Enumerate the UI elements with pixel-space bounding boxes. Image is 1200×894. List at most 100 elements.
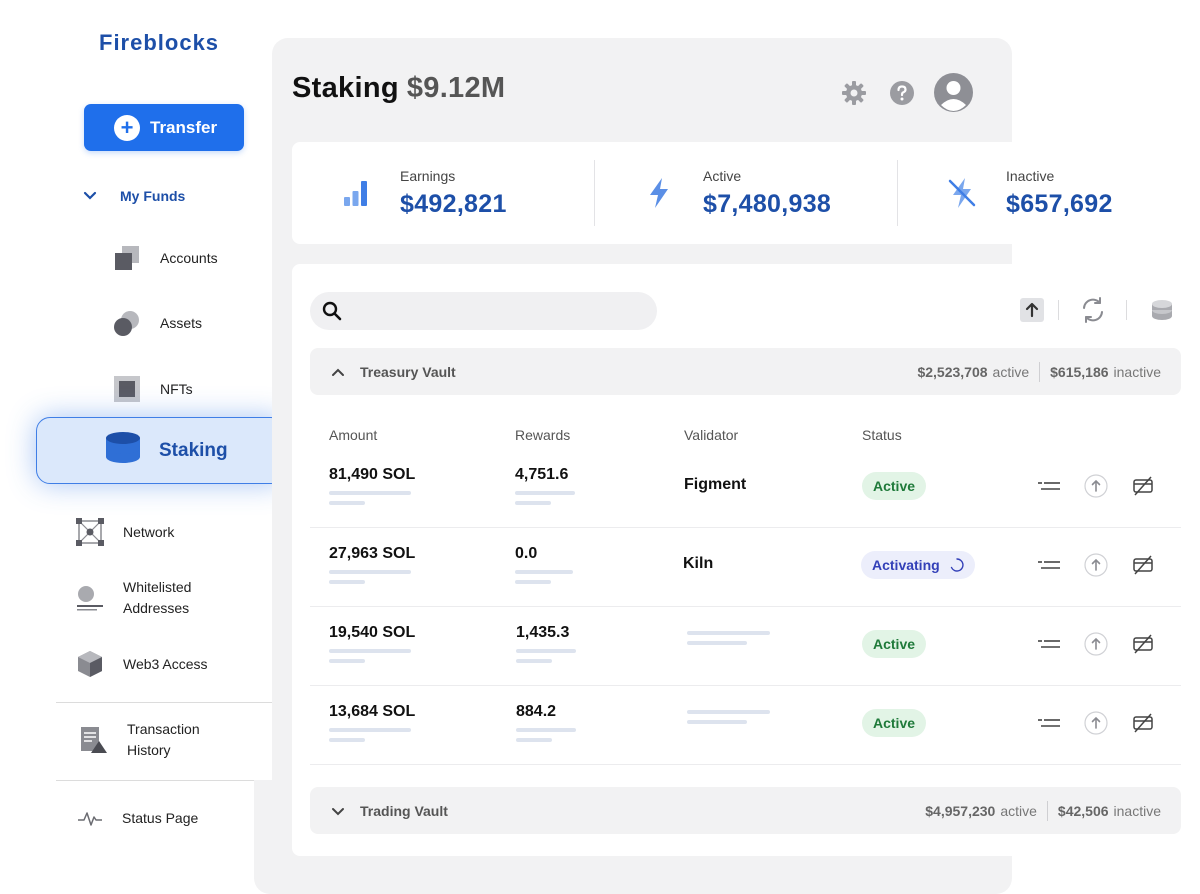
status-badge: Active [862, 472, 927, 500]
sidebar-item-staking[interactable]: Staking [36, 417, 285, 484]
vault-header-trading[interactable]: Trading Vault $4,957,230 active $42,506 … [310, 787, 1181, 834]
unstake-button[interactable] [1084, 711, 1108, 735]
status-badge: Activating [861, 551, 975, 579]
withdraw-icon [1133, 555, 1153, 575]
placeholder-bar [687, 710, 770, 714]
unstake-button[interactable] [1084, 474, 1108, 498]
stat-label: Active [703, 167, 742, 184]
history-icon [79, 725, 109, 755]
sidebar-item-label: Assets [160, 315, 203, 331]
refresh-button[interactable] [1079, 296, 1107, 324]
withdraw-button[interactable] [1132, 712, 1154, 734]
export-button[interactable] [1020, 298, 1044, 322]
validator-cell [687, 710, 770, 724]
sidebar-item-network[interactable]: Network [75, 517, 174, 547]
sidebar-item-label: NFTs [160, 381, 193, 397]
sidebar-divider [56, 780, 273, 781]
sidebar-item-label: Transaction [127, 721, 200, 737]
vault-inactive-amount: $615,186 [1050, 363, 1109, 380]
transfer-button[interactable]: + Transfer [84, 104, 244, 151]
sidebar-item-accounts[interactable]: Accounts [113, 244, 218, 272]
search-bar[interactable] [310, 292, 657, 330]
stat-inactive: Inactive $657,692 [938, 142, 1113, 244]
unstake-icon [1084, 474, 1108, 498]
chevron-down-icon [332, 807, 344, 815]
vault-inactive-word: inactive [1113, 363, 1161, 380]
accounts-icon [113, 244, 141, 272]
table-row[interactable]: 81,490 SOL 4,751.6 Figment Active [310, 449, 1181, 528]
list-icon [1038, 719, 1060, 727]
details-button[interactable] [1037, 477, 1061, 497]
placeholder-bar [329, 501, 365, 505]
withdraw-button[interactable] [1132, 633, 1154, 655]
amount-cell: 13,684 SOL [329, 703, 415, 742]
sidebar-item-nfts[interactable]: NFTs [113, 375, 193, 403]
unstake-button[interactable] [1084, 553, 1108, 577]
nfts-icon [113, 375, 141, 403]
avatar[interactable] [934, 73, 973, 112]
sidebar-item-label: Staking [159, 439, 228, 461]
withdraw-button[interactable] [1132, 554, 1154, 576]
chevron-up-icon [332, 368, 344, 376]
details-button[interactable] [1037, 635, 1061, 655]
rewards-value: 0.0 [515, 545, 538, 562]
search-icon [322, 301, 342, 321]
placeholder-bar [515, 570, 573, 574]
rewards-cell: 4,751.6 [515, 466, 575, 505]
table-row[interactable]: 27,963 SOL 0.0 Kiln Activating [310, 528, 1181, 607]
help-button[interactable] [889, 80, 915, 106]
vault-active-word: active [1000, 802, 1037, 819]
sidebar-item-web3-access[interactable]: Web3 Access [75, 649, 208, 679]
sidebar-item-label: Accounts [160, 250, 218, 266]
toolbar-divider [1126, 300, 1127, 320]
page-title-total: $9.12M [406, 72, 506, 104]
placeholder-bar [515, 501, 551, 505]
placeholder-bar [329, 659, 365, 663]
gear-icon [842, 81, 866, 105]
status-badge: Active [862, 630, 927, 658]
withdraw-button[interactable] [1132, 475, 1154, 497]
validator-cell [687, 631, 770, 645]
rewards-cell: 0.0 [515, 545, 573, 584]
settings-button[interactable] [841, 80, 867, 106]
placeholder-bar [329, 649, 411, 653]
status-pill: Activating [861, 551, 975, 579]
database-button[interactable] [1150, 298, 1174, 322]
placeholder-bar [516, 649, 576, 653]
sidebar-item-label: Web3 Access [123, 656, 208, 672]
placeholder-bar [329, 738, 365, 742]
my-funds-toggle[interactable]: My Funds [82, 188, 185, 204]
table-row[interactable]: 19,540 SOL 1,435.3 Active [310, 607, 1181, 686]
amount-cell: 81,490 SOL [329, 466, 415, 505]
plus-icon: + [114, 114, 140, 141]
stat-value: $7,480,938 [703, 189, 832, 218]
placeholder-bar [516, 728, 576, 732]
placeholder-bar [515, 580, 551, 584]
withdraw-icon [1133, 713, 1153, 733]
sidebar-item-transaction-history[interactable]: Transaction History [79, 719, 200, 761]
details-button[interactable] [1037, 714, 1061, 734]
vault-name: Trading Vault [360, 802, 448, 819]
staking-icon [105, 430, 141, 471]
unstake-button[interactable] [1084, 632, 1108, 656]
vault-divider [1046, 800, 1048, 821]
stat-divider [897, 160, 898, 226]
placeholder-bar [516, 659, 552, 663]
vault-divider [1039, 361, 1041, 382]
sidebar-item-whitelisted-addresses[interactable]: Whitelisted Addresses [75, 577, 191, 619]
placeholder-bar [329, 491, 411, 495]
table-row[interactable]: 13,684 SOL 884.2 Active [310, 686, 1181, 765]
sidebar-item-status-page[interactable]: Status Page [76, 806, 198, 830]
vault-header-treasury[interactable]: Treasury Vault $2,523,708 active $615,18… [310, 348, 1181, 395]
search-input[interactable] [352, 303, 632, 319]
column-header-amount: Amount [329, 427, 378, 443]
rewards-value: 1,435.3 [516, 624, 570, 641]
stat-label: Inactive [1006, 167, 1055, 184]
amount-cell: 19,540 SOL [329, 624, 415, 663]
sidebar-item-assets[interactable]: Assets [113, 309, 202, 337]
page-title: Staking $9.12M [292, 72, 505, 105]
vault-name: Treasury Vault [360, 363, 456, 380]
sidebar-item-label-line2: History [127, 742, 171, 758]
details-button[interactable] [1037, 556, 1061, 576]
network-icon [75, 517, 105, 547]
